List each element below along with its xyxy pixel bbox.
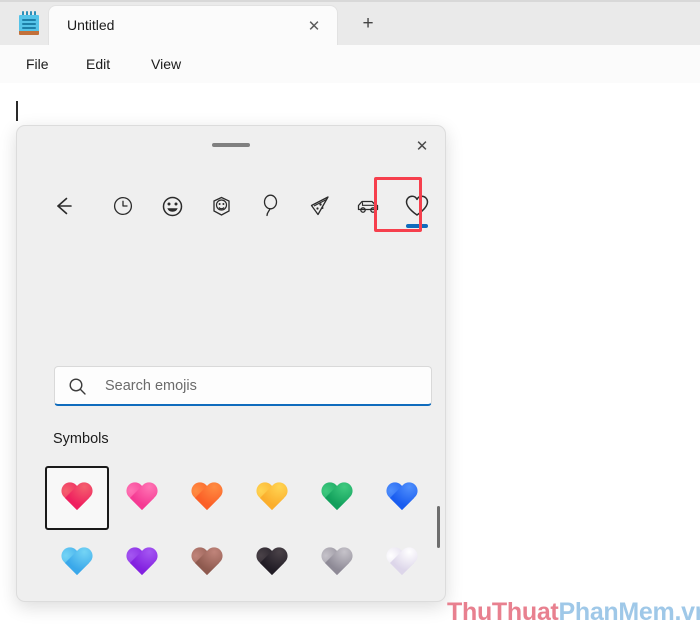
category-bar [17, 178, 445, 234]
emoji-grid [45, 466, 445, 601]
menu-bar: File Edit View [0, 45, 700, 84]
heart-shape [125, 548, 159, 579]
search-placeholder: Search emojis [105, 378, 197, 394]
heart-shape [190, 483, 224, 514]
category-celebration[interactable] [248, 180, 292, 232]
emoji-light-blue-heart[interactable] [45, 531, 109, 595]
emoji-glyph [252, 480, 292, 516]
emoji-orange-heart[interactable] [175, 466, 239, 530]
active-category-indicator [406, 224, 428, 228]
emoji-purple-heart[interactable] [110, 531, 174, 595]
heart-shape [255, 483, 289, 514]
emoji-black-heart[interactable] [240, 531, 304, 595]
new-tab-button[interactable]: + [353, 9, 383, 39]
heart-icon [404, 194, 430, 218]
emoji-grey-heart[interactable] [305, 531, 369, 595]
emoji-panel: ✕ Search emojis Symbols [16, 125, 446, 602]
emoji-yellow-heart[interactable] [240, 466, 304, 530]
smiley-icon [161, 195, 184, 218]
category-food[interactable] [297, 180, 341, 232]
tab-title: Untitled [67, 17, 115, 33]
heart-shape [385, 483, 419, 514]
emoji-glyph [122, 480, 162, 516]
emoji-broken-heart[interactable] [45, 596, 109, 601]
emoji-glyph [382, 480, 422, 516]
search-input[interactable]: Search emojis [54, 366, 432, 406]
emoji-glyph [252, 545, 292, 581]
notepad-window: Untitled ✕ + File Edit View ✕ Search emo… [0, 0, 700, 640]
watermark: ThuThuatPhanMem.vn [447, 598, 700, 627]
emoji-brown-heart[interactable] [175, 531, 239, 595]
heart-shape [385, 548, 419, 579]
heart-shape [320, 548, 354, 579]
tab-untitled[interactable]: Untitled ✕ [48, 5, 338, 45]
notepad-icon [18, 11, 40, 35]
watermark-part2: PhanMem.vn [558, 598, 700, 626]
panel-scrollbar[interactable] [437, 506, 440, 548]
category-smileys[interactable] [150, 180, 194, 232]
category-travel[interactable] [346, 180, 390, 232]
car-icon [356, 196, 380, 216]
emoji-pink-heart[interactable] [110, 466, 174, 530]
panel-close-icon[interactable]: ✕ [407, 132, 437, 162]
emoji-glyph [122, 545, 162, 581]
title-bar: Untitled ✕ + [0, 0, 700, 45]
emoji-heart-on-fire[interactable] [110, 596, 174, 601]
emoji-red-heart[interactable] [45, 466, 109, 530]
panel-drag-handle[interactable] [212, 143, 250, 147]
back-button[interactable] [41, 180, 85, 232]
menu-item-file[interactable]: File [20, 54, 55, 74]
menu-item-view[interactable]: View [145, 54, 187, 74]
emoji-glyph [382, 545, 422, 581]
emoji-glyph [317, 545, 357, 581]
text-caret [16, 101, 18, 121]
heart-shape [190, 548, 224, 579]
emoji-glyph [57, 545, 97, 581]
person-icon [210, 195, 233, 218]
heart-shape [125, 483, 159, 514]
category-people[interactable] [199, 180, 243, 232]
heart-shape [60, 548, 94, 579]
category-recent[interactable] [101, 180, 145, 232]
heart-shape [320, 483, 354, 514]
balloon-icon [259, 194, 281, 218]
category-symbols[interactable] [395, 180, 439, 232]
emoji-mending-heart[interactable] [175, 596, 239, 601]
back-arrow-icon [52, 195, 74, 217]
menu-item-edit[interactable]: Edit [80, 54, 116, 74]
section-title-symbols: Symbols [53, 431, 109, 447]
close-icon[interactable]: ✕ [303, 16, 325, 38]
emoji-glyph [187, 480, 227, 516]
title-bar-top-edge [0, 0, 700, 2]
emoji-green-heart[interactable] [305, 466, 369, 530]
pizza-icon [307, 194, 331, 218]
heart-shape [255, 548, 289, 579]
emoji-glyph [57, 480, 97, 516]
emoji-revolving-hearts[interactable] [370, 596, 434, 601]
clock-icon [112, 195, 134, 217]
watermark-part1: ThuThuat [447, 598, 559, 626]
emoji-heart-exclamation[interactable] [240, 596, 304, 601]
emoji-blue-heart[interactable] [370, 466, 434, 530]
emoji-two-hearts[interactable] [305, 596, 369, 601]
emoji-white-heart[interactable] [370, 531, 434, 595]
emoji-glyph [187, 545, 227, 581]
search-icon [68, 377, 87, 401]
emoji-glyph [317, 480, 357, 516]
heart-shape [60, 483, 94, 514]
